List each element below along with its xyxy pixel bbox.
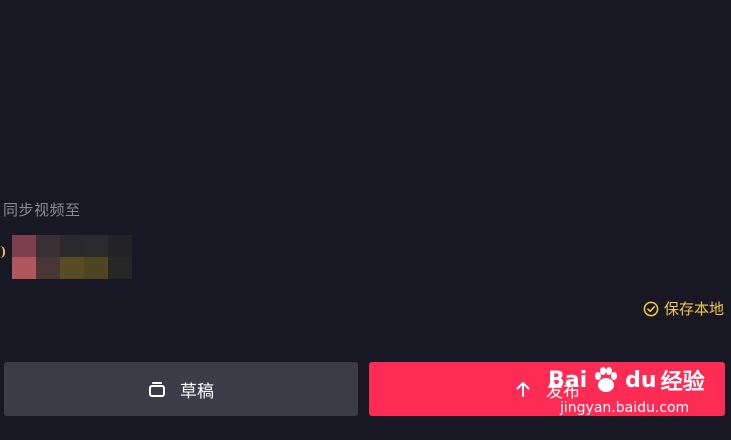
save-local-toggle[interactable]: 保存本地 [643, 298, 724, 319]
draft-button[interactable]: 草稿 [4, 362, 358, 416]
publish-settings-screen: 同步视频至 保存本地 草稿 发布 Bai du 经验 jingyan.baidu… [0, 0, 731, 440]
draft-box-icon [149, 382, 165, 397]
sync-account-thumbnail[interactable] [12, 235, 132, 279]
draft-button-label: 草稿 [180, 381, 214, 402]
upload-arrow-icon [516, 382, 530, 397]
selection-indicator [0, 246, 5, 258]
publish-button[interactable]: 发布 [369, 362, 725, 416]
sync-video-label: 同步视频至 [3, 201, 81, 219]
check-circle-icon [643, 301, 659, 316]
publish-button-label: 发布 [546, 381, 580, 402]
save-local-label: 保存本地 [663, 300, 724, 318]
